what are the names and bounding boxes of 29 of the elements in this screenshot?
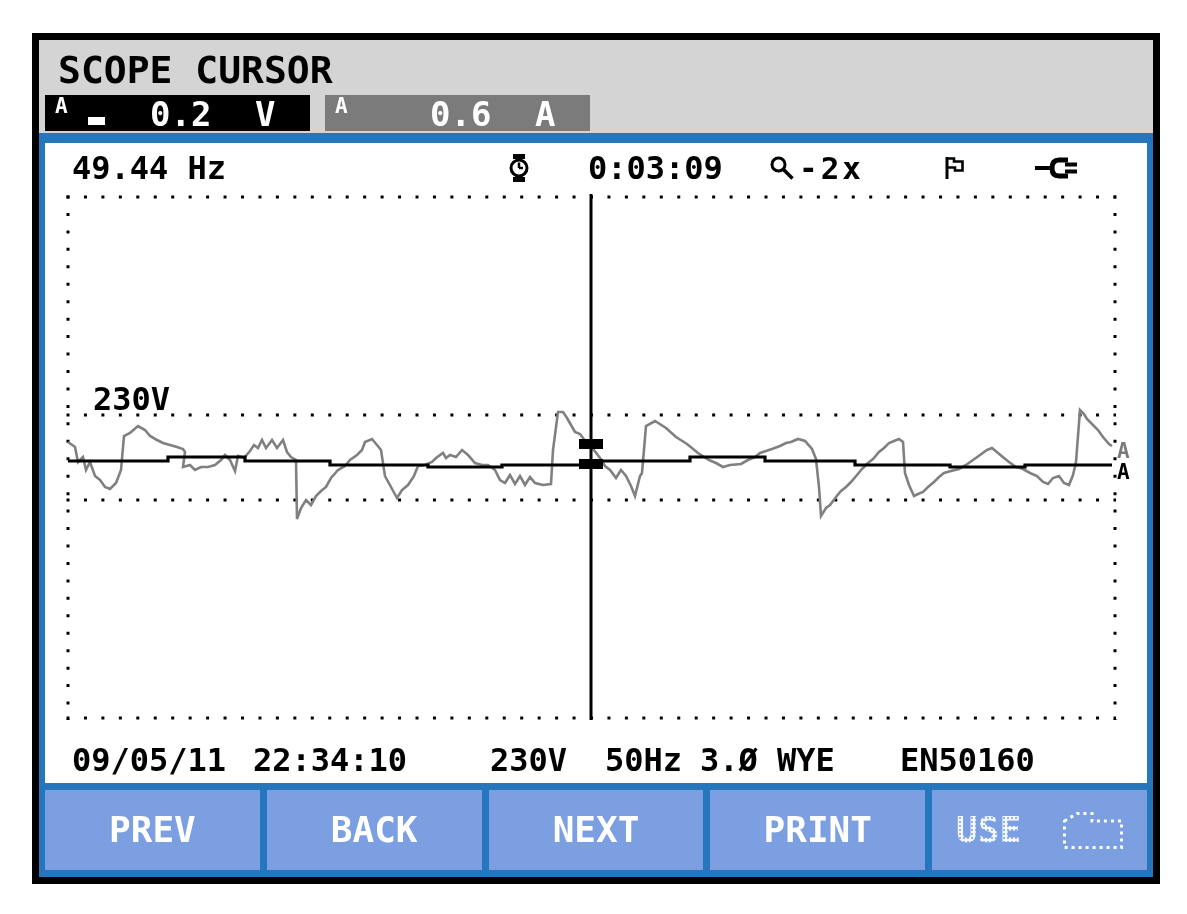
readout-unit: A (535, 97, 556, 131)
reference-label: 230V (93, 380, 171, 418)
cursor-marker-icon (579, 439, 603, 469)
trace-label: A (1117, 439, 1130, 463)
readout-value: 0.2 (150, 97, 212, 131)
phase-label: A (335, 96, 348, 117)
readout-value: 0.6 (430, 97, 492, 131)
readout-unit: V (255, 97, 276, 131)
nominal-frequency: 50Hz (605, 742, 683, 777)
time-text: 22:34:10 (253, 742, 408, 777)
frequency-reading: 49.44 Hz (72, 150, 227, 185)
dash-icon (88, 117, 105, 125)
elapsed-time: 0:03:09 (588, 150, 723, 185)
softkey-button[interactable]: NEXT (488, 790, 704, 870)
nominal-voltage: 230V (490, 742, 568, 777)
softkey-button[interactable]: PRINT (710, 790, 926, 870)
magnifier-icon (770, 155, 794, 180)
standard-name: EN50160 (900, 742, 1035, 777)
watch-icon (508, 153, 530, 182)
softkey-button[interactable]: PREV (45, 790, 260, 870)
screen-title: SCOPE CURSOR (58, 51, 333, 89)
trace-label: A (1117, 460, 1130, 484)
wiring-configuration: 3.Ø WYE (700, 742, 835, 777)
zoom-level: -2x (799, 150, 864, 185)
date-text: 09/05/11 (72, 742, 227, 777)
folder-icon (1063, 811, 1124, 849)
softkey-button[interactable]: BACK (266, 790, 482, 870)
flag-icon (945, 156, 965, 179)
phase-label: A (55, 96, 68, 117)
